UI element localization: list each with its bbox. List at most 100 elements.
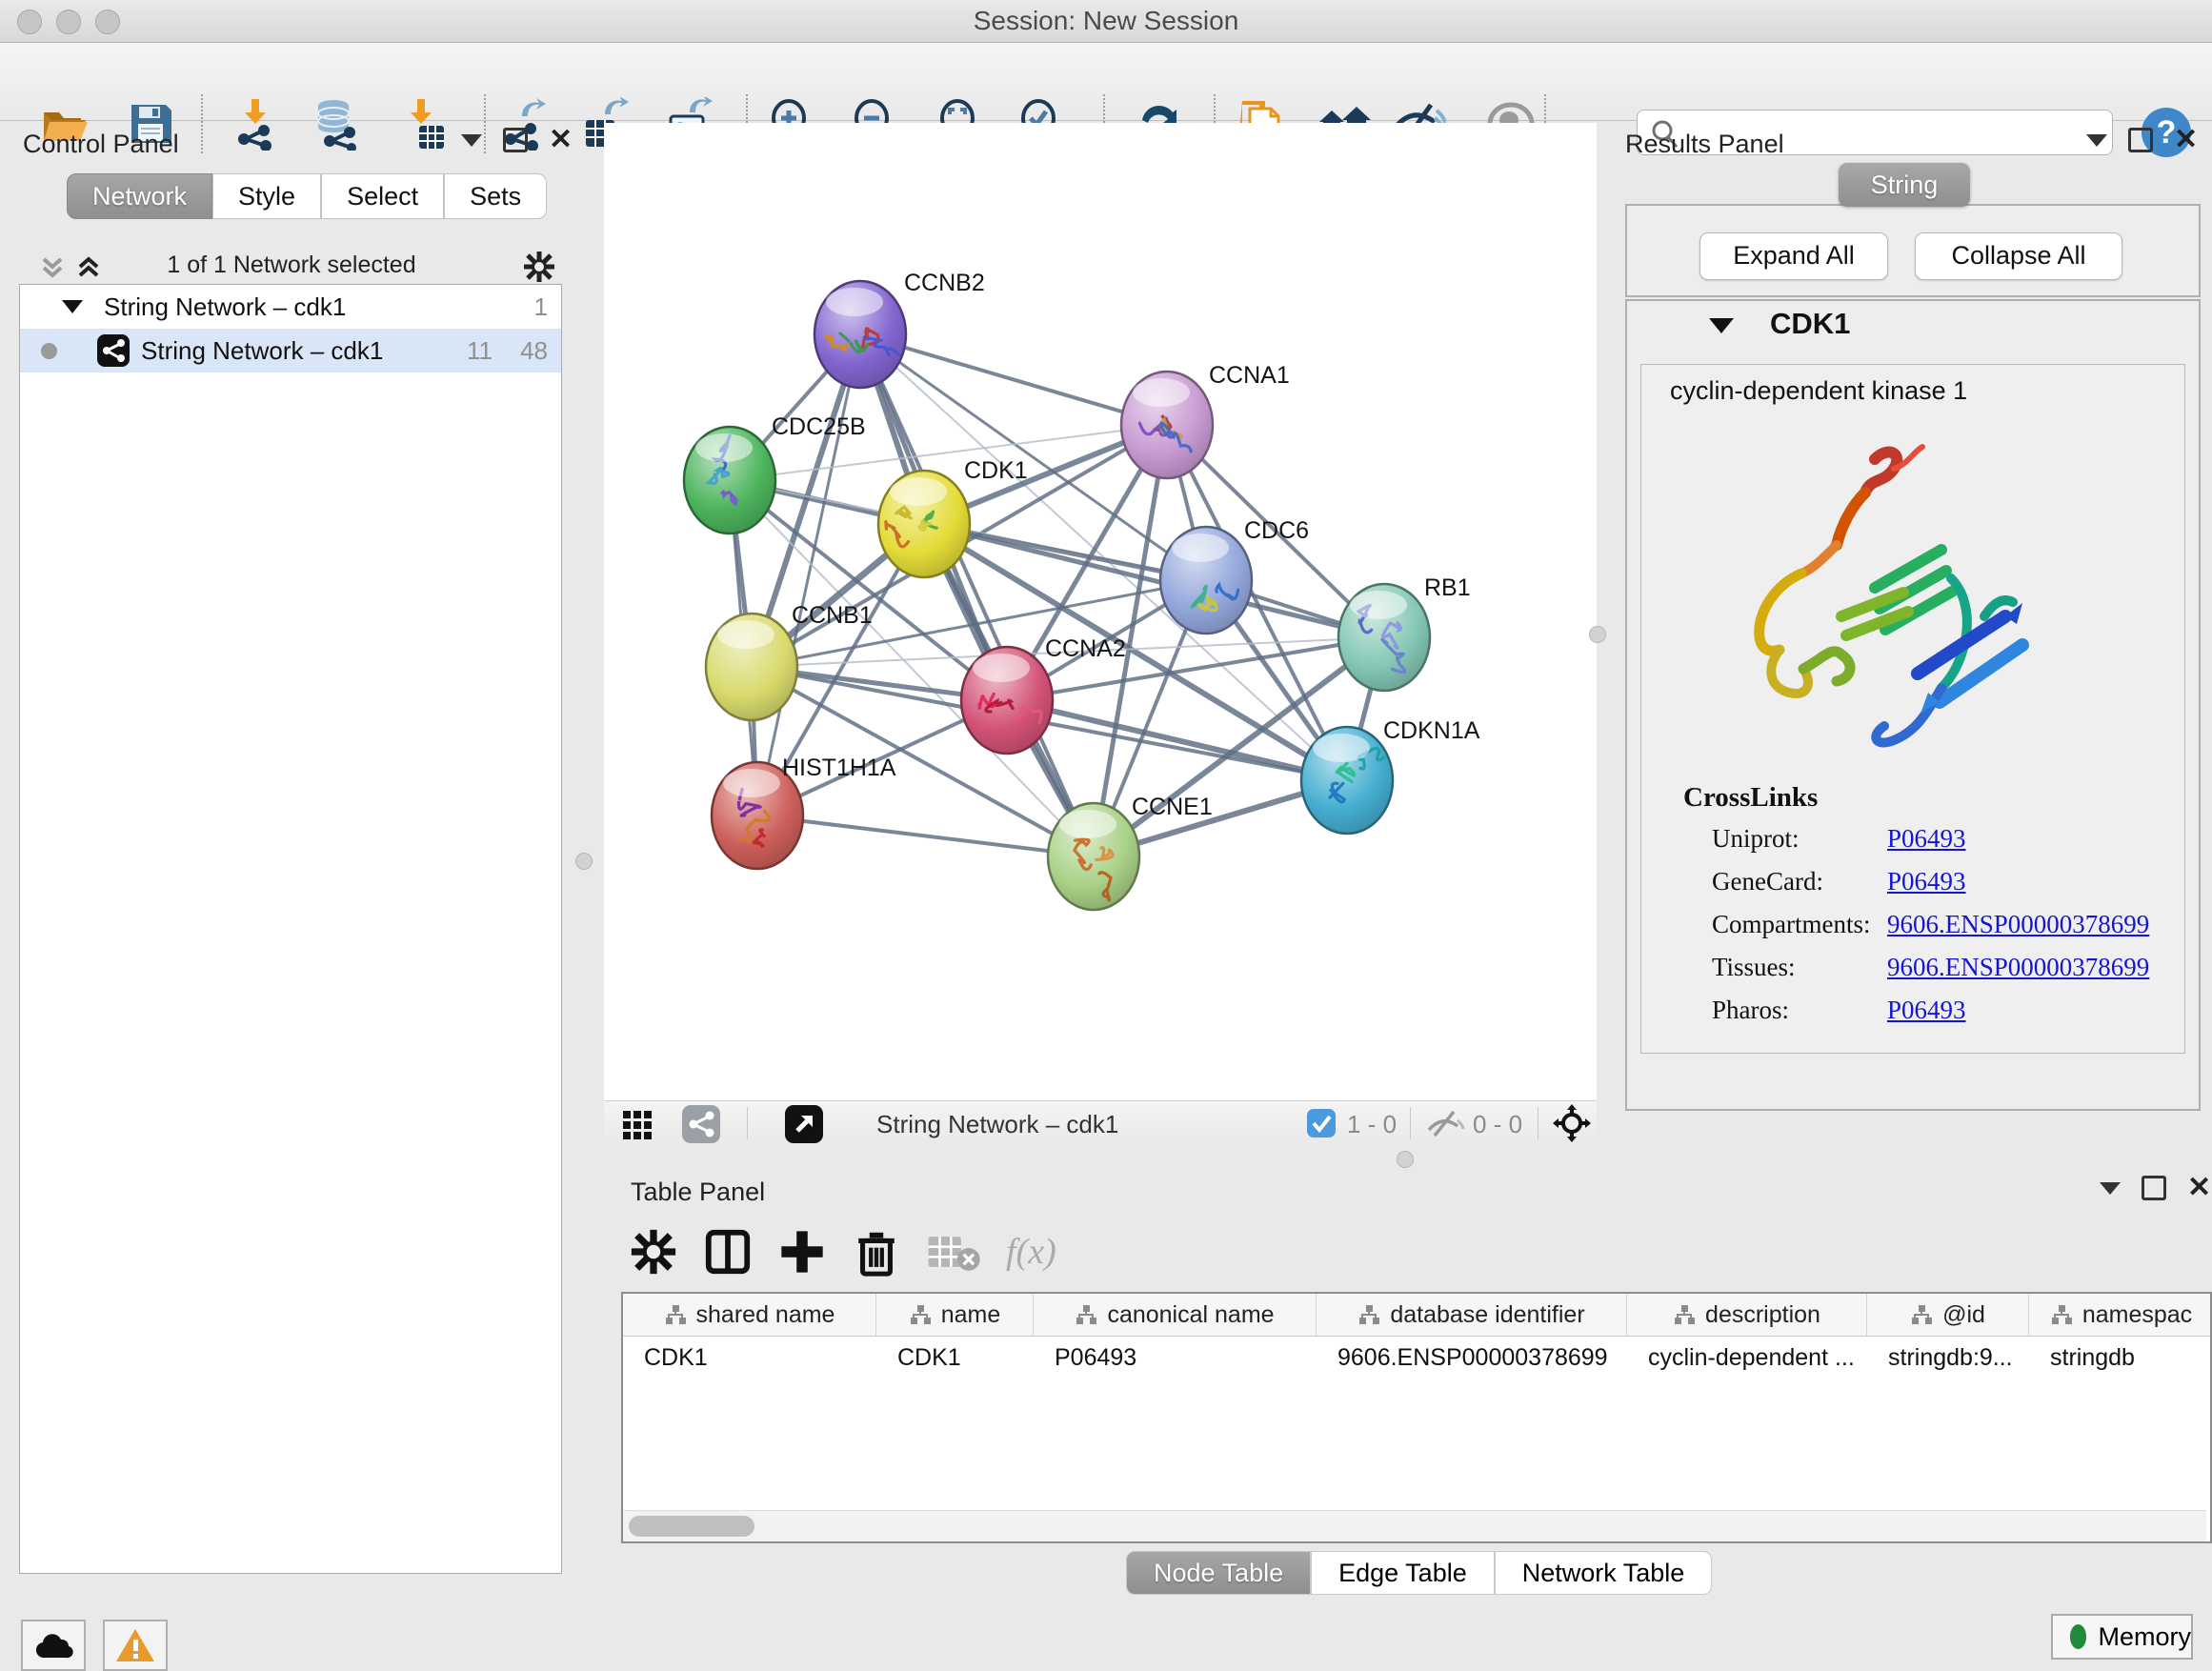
- edge-CCNB2-CCNA1[interactable]: [860, 334, 1167, 425]
- crosslink-label: Tissues:: [1712, 953, 1796, 982]
- crosslink-row: Uniprot:P06493: [1641, 824, 2184, 867]
- string-network-icon: [97, 334, 130, 367]
- edge-HIST1H1A-CCNE1[interactable]: [757, 815, 1094, 856]
- titlebar: Session: New Session: [0, 0, 2212, 43]
- network-canvas[interactable]: CCNB2CCNA1CDC25BCDK1CDC6RB1CCNB1CCNA2CDK…: [604, 123, 1597, 1100]
- close-panel-icon[interactable]: ✕: [2174, 128, 2198, 152]
- crosslink-link[interactable]: P06493: [1887, 996, 1966, 1025]
- horizontal-scrollbar[interactable]: [623, 1510, 2206, 1541]
- edge-CCNB2-HIST1H1A[interactable]: [757, 334, 860, 815]
- node-CDC25B[interactable]: [684, 427, 775, 534]
- tab-edge-table[interactable]: Edge Table: [1311, 1551, 1495, 1595]
- tab-string[interactable]: String: [1839, 163, 1970, 207]
- main-toolbar: ?: [0, 43, 2212, 121]
- table-cell[interactable]: CDK1: [876, 1337, 1034, 1379]
- grid-view-icon[interactable]: [621, 1109, 659, 1139]
- collapse-all-chevron-icon[interactable]: [38, 253, 67, 282]
- crosslink-link[interactable]: P06493: [1887, 867, 1966, 896]
- crosslink-link[interactable]: 9606.ENSP00000378699: [1887, 953, 2149, 982]
- panel-menu-icon[interactable]: [461, 134, 482, 147]
- node-label-CCNE1: CCNE1: [1132, 794, 1213, 820]
- network-options-gear-icon[interactable]: [522, 250, 556, 284]
- column-header-description[interactable]: description: [1627, 1294, 1867, 1336]
- node-CDKN1A[interactable]: [1301, 727, 1393, 834]
- results-panel-title: Results Panel: [1625, 130, 1784, 159]
- warning-status-button[interactable]: [103, 1620, 168, 1671]
- column-header-namespac[interactable]: namespac: [2029, 1294, 2212, 1336]
- memory-status-dot-icon: [2070, 1624, 2086, 1649]
- network-view-toolbar: String Network – cdk1 1 - 0 0 - 0: [604, 1100, 1597, 1145]
- crosslink-row: Tissues: 9606.ENSP00000378699: [1641, 953, 2184, 996]
- gene-result-card: CDK1 cyclin-dependent kinase 1: [1625, 299, 2201, 1111]
- node-CDK1[interactable]: [878, 471, 970, 577]
- network-label: String Network – cdk1: [141, 336, 383, 366]
- delete-table-icon: [926, 1227, 981, 1277]
- table-options-gear-icon[interactable]: [629, 1227, 678, 1277]
- close-panel-icon[interactable]: ✕: [2187, 1176, 2211, 1200]
- tab-network[interactable]: Network: [67, 173, 212, 219]
- column-header-shared-name[interactable]: shared name: [623, 1294, 876, 1336]
- column-header-canonical-name[interactable]: canonical name: [1034, 1294, 1317, 1336]
- collapse-all-button[interactable]: Collapse All: [1915, 232, 2122, 280]
- node-CCNA1[interactable]: [1121, 372, 1213, 478]
- expand-all-chevron-icon[interactable]: [74, 253, 103, 282]
- network-overview-icon[interactable]: [682, 1105, 720, 1143]
- node-table[interactable]: shared namenamecanonical namedatabase id…: [621, 1292, 2212, 1543]
- tab-network-table[interactable]: Network Table: [1495, 1551, 1713, 1595]
- node-label-CDKN1A: CDKN1A: [1383, 717, 1480, 744]
- node-CCNA2[interactable]: [961, 647, 1053, 754]
- float-panel-icon[interactable]: [2128, 128, 2153, 152]
- right-splitter-handle[interactable]: [1589, 626, 1606, 643]
- network-collection-row[interactable]: String Network – cdk1 1: [20, 285, 561, 329]
- bottom-splitter-handle[interactable]: [1397, 1151, 1414, 1168]
- node-CCNB2[interactable]: [814, 281, 906, 388]
- tab-style[interactable]: Style: [212, 173, 321, 219]
- network-tree: String Network – cdk1 1 String Network –…: [19, 284, 562, 1574]
- crosslink-link[interactable]: P06493: [1887, 824, 1966, 854]
- pan-tool-icon[interactable]: [1553, 1104, 1591, 1142]
- close-panel-icon[interactable]: ✕: [549, 128, 573, 152]
- table-cell[interactable]: P06493: [1034, 1337, 1317, 1379]
- delete-column-icon[interactable]: [852, 1227, 901, 1277]
- tab-select[interactable]: Select: [321, 173, 444, 219]
- column-header-database-identifier[interactable]: database identifier: [1317, 1294, 1627, 1336]
- network-row[interactable]: String Network – cdk1 11 48: [20, 329, 561, 372]
- node-label-CCNB1: CCNB1: [792, 602, 873, 629]
- memory-button[interactable]: Memory: [2051, 1614, 2193, 1660]
- cloud-status-button[interactable]: [21, 1620, 86, 1671]
- column-header-@id[interactable]: @id: [1867, 1294, 2029, 1336]
- crosslinks-list: Uniprot:P06493GeneCard:P06493Compartment…: [1641, 824, 2184, 1038]
- collapse-entry-icon[interactable]: [1709, 318, 1734, 333]
- float-panel-icon[interactable]: [2142, 1176, 2166, 1200]
- crosslink-link[interactable]: 9606.ENSP00000378699: [1887, 910, 2149, 939]
- table-cell[interactable]: stringdb:9...: [1867, 1337, 2029, 1379]
- show-columns-icon[interactable]: [703, 1227, 753, 1277]
- edge-CCNA2-CDKN1A[interactable]: [1007, 700, 1347, 780]
- table-row[interactable]: CDK1CDK1P064939606.ENSP00000378699cyclin…: [623, 1337, 2212, 1379]
- gene-name: CDK1: [1770, 307, 2056, 341]
- tab-sets[interactable]: Sets: [444, 173, 547, 219]
- column-header-name[interactable]: name: [876, 1294, 1034, 1336]
- add-column-icon[interactable]: [777, 1227, 827, 1277]
- column-type-icon: [1673, 1303, 1696, 1326]
- node-CCNE1[interactable]: [1048, 803, 1139, 910]
- table-cell[interactable]: CDK1: [623, 1337, 876, 1379]
- collection-expand-icon[interactable]: [62, 300, 83, 313]
- left-splitter-handle[interactable]: [575, 853, 593, 870]
- table-cell[interactable]: cyclin-dependent ...: [1627, 1337, 1867, 1379]
- node-RB1[interactable]: [1338, 584, 1430, 691]
- tab-node-table[interactable]: Node Table: [1126, 1551, 1311, 1595]
- float-panel-icon[interactable]: [503, 128, 528, 152]
- table-cell[interactable]: 9606.ENSP00000378699: [1317, 1337, 1627, 1379]
- panel-menu-icon[interactable]: [2100, 1182, 2121, 1195]
- selected-checkbox-icon[interactable]: [1307, 1109, 1336, 1137]
- scrollbar-thumb[interactable]: [629, 1516, 754, 1537]
- node-label-CCNA2: CCNA2: [1045, 635, 1126, 662]
- node-CCNB1[interactable]: [706, 614, 797, 720]
- goto-network-icon[interactable]: [785, 1105, 823, 1143]
- node-CDC6[interactable]: [1160, 527, 1252, 634]
- table-cell[interactable]: stringdb: [2029, 1337, 2212, 1379]
- expand-all-button[interactable]: Expand All: [1699, 232, 1888, 280]
- control-panel-tabs: NetworkStyleSelectSets: [67, 173, 547, 219]
- panel-menu-icon[interactable]: [2086, 134, 2107, 147]
